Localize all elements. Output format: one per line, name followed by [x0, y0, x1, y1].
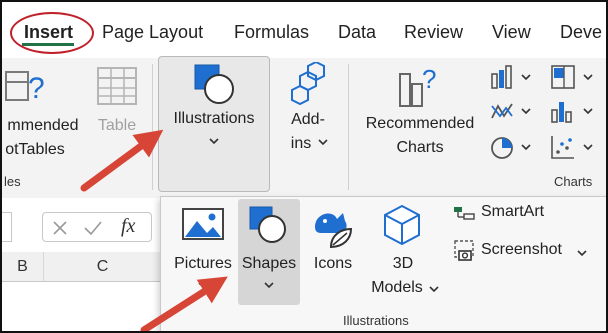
cube-icon	[381, 203, 423, 247]
icons-button[interactable]: Icons	[305, 199, 361, 305]
name-box-edge	[2, 212, 12, 242]
3d-models-label-2: Models	[371, 279, 423, 296]
chevron-down-icon	[209, 137, 219, 145]
pivot-label-2: otTables	[5, 141, 65, 158]
rec-charts-label-2: Charts	[396, 139, 444, 156]
line-chart-icon	[491, 103, 531, 119]
illustrations-button[interactable]: Illustrations	[158, 56, 270, 192]
treemap-icon	[551, 65, 593, 89]
illustrations-dropdown: Pictures Shapes Icons 3D Models SmartArt…	[160, 196, 606, 331]
cat-leaf-icon	[309, 205, 355, 249]
tables-group-label: les	[4, 174, 21, 189]
tab-page-layout[interactable]: Page Layout	[102, 22, 203, 43]
smartart-icon	[453, 205, 475, 223]
recommended-pivottables-button[interactable]: ? mmended otTables	[2, 58, 84, 176]
pictures-button[interactable]: Pictures	[171, 199, 235, 305]
hierarchy-chart-button[interactable]	[550, 64, 604, 92]
addins-icon	[286, 62, 332, 108]
tab-developer[interactable]: Deve	[560, 22, 602, 43]
pivot-label-1: mmended	[7, 117, 79, 134]
pictures-label: Pictures	[174, 255, 232, 272]
enter-icon[interactable]	[83, 219, 103, 237]
3d-models-label-1: 3D	[392, 255, 414, 272]
pivottable-icon: ?	[4, 64, 46, 108]
ribbon: ? mmended otTables Table les Add- ins ? …	[2, 58, 606, 198]
recommended-charts-button[interactable]: ? Recommended Charts	[358, 58, 482, 168]
illustrations-label: Illustrations	[173, 110, 255, 127]
chevron-down-icon	[198, 281, 208, 289]
annotation-ellipse	[10, 12, 94, 54]
cancel-icon[interactable]	[51, 219, 69, 237]
ribbon-separator	[348, 64, 349, 190]
rec-charts-label-1: Recommended	[365, 115, 475, 132]
table-icon	[96, 66, 138, 106]
scatter-chart-icon	[551, 136, 593, 159]
svg-text:?: ?	[422, 64, 436, 94]
worksheet-area: fx B C	[2, 198, 162, 331]
smartart-label: SmartArt	[481, 203, 545, 220]
column-header-c[interactable]: C	[44, 252, 162, 282]
recommended-charts-icon: ?	[398, 62, 442, 108]
column-header-b[interactable]: B	[2, 252, 44, 282]
charts-group-label: Charts	[554, 174, 593, 189]
chevron-down-icon	[264, 281, 274, 289]
shapes-button[interactable]: Shapes	[238, 199, 300, 305]
table-label: Table	[97, 117, 137, 134]
addins-label-2: ins	[290, 135, 312, 152]
insert-function-button[interactable]: fx	[121, 215, 135, 238]
ribbon-tab-bar: Insert Page Layout Formulas Data Review …	[2, 2, 606, 58]
screenshot-button[interactable]: Screenshot	[453, 237, 593, 267]
addins-button[interactable]: Add- ins	[282, 58, 338, 168]
table-button[interactable]: Table	[90, 58, 144, 148]
tab-view[interactable]: View	[492, 22, 531, 43]
ribbon-separator	[152, 64, 153, 190]
app-window: Insert Page Layout Formulas Data Review …	[0, 0, 608, 333]
column-chart-icon	[491, 65, 531, 89]
pie-chart-icon	[491, 137, 531, 159]
icons-label: Icons	[313, 255, 353, 272]
statistic-chart-button[interactable]	[550, 98, 604, 126]
pie-chart-button[interactable]	[490, 134, 536, 162]
screenshot-label: Screenshot	[481, 241, 562, 258]
addins-label-1: Add-	[291, 111, 325, 128]
picture-icon	[181, 207, 225, 241]
scatter-chart-button[interactable]	[550, 134, 604, 162]
tab-review[interactable]: Review	[404, 22, 463, 43]
illustrations-group-label: Illustrations	[343, 313, 409, 328]
shapes-icon	[246, 203, 290, 247]
chevron-down-icon	[318, 138, 328, 146]
smartart-button[interactable]: SmartArt	[453, 201, 573, 227]
column-chart-button[interactable]	[490, 64, 536, 92]
formula-bar-controls: fx	[42, 212, 152, 242]
shapes-label: Shapes	[241, 255, 297, 272]
line-chart-button[interactable]	[490, 98, 536, 126]
3d-models-button[interactable]: 3D Models	[365, 199, 441, 305]
tab-data[interactable]: Data	[338, 22, 376, 43]
svg-text:?: ?	[28, 72, 45, 105]
shapes-icon	[191, 61, 237, 107]
histogram-icon	[551, 102, 593, 123]
chevron-down-icon	[577, 249, 587, 257]
tab-formulas[interactable]: Formulas	[234, 22, 309, 43]
chevron-down-icon	[429, 285, 439, 293]
screenshot-icon	[453, 239, 477, 263]
